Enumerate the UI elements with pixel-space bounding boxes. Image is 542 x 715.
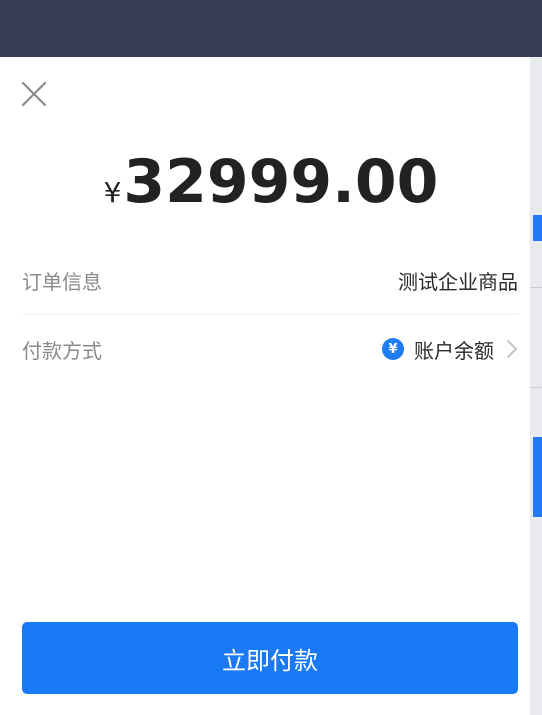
close-icon[interactable]	[21, 81, 47, 107]
currency-symbol: ¥	[103, 176, 122, 209]
order-info-label: 订单信息	[22, 269, 102, 294]
background-accent-mark	[533, 437, 542, 517]
order-info-value: 测试企业商品	[398, 269, 518, 294]
payment-method-selector[interactable]: ¥ 账户余额	[382, 335, 518, 364]
payment-method-label: 付款方式	[22, 338, 102, 363]
amount-value: 32999.00	[123, 147, 439, 217]
payment-amount: ¥32999.00	[0, 147, 542, 217]
payment-method-value: 账户余额	[414, 338, 494, 363]
chevron-right-icon	[507, 340, 517, 358]
background-divider	[530, 287, 542, 288]
row-divider	[22, 314, 518, 315]
payment-sheet: ¥32999.00 订单信息 测试企业商品 付款方式 ¥ 账户余额 立即付款	[0, 57, 530, 715]
yen-icon: ¥	[382, 338, 404, 360]
background-divider	[530, 387, 542, 388]
pay-now-button[interactable]: 立即付款	[22, 622, 518, 694]
background-accent-mark	[533, 215, 542, 241]
payment-method-row[interactable]: 付款方式 ¥ 账户余额	[22, 321, 518, 377]
order-info-row: 订单信息 测试企业商品	[22, 252, 518, 308]
background-overlay	[0, 0, 542, 57]
